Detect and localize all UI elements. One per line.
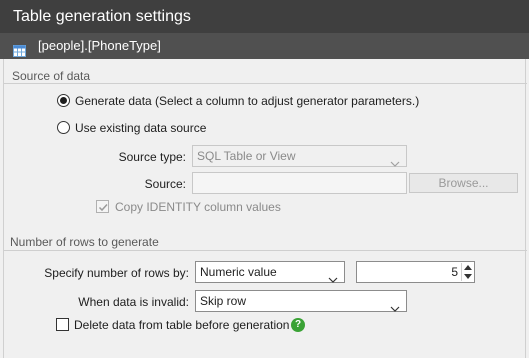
generate-data-label[interactable]: Generate data (Select a column to adjust… xyxy=(75,94,419,108)
chevron-down-icon xyxy=(328,269,338,289)
source-input[interactable] xyxy=(192,172,407,194)
use-existing-source-radio[interactable] xyxy=(57,121,70,134)
generate-data-radio[interactable] xyxy=(57,94,70,107)
invalid-data-value: Skip row xyxy=(200,294,247,308)
table-header: [people].[PhoneType] xyxy=(0,33,529,59)
source-type-select[interactable]: SQL Table or View xyxy=(192,145,407,167)
invalid-data-label: When data is invalid: xyxy=(78,295,189,309)
radio-selected-dot xyxy=(60,97,67,104)
source-type-label: Source type: xyxy=(118,150,186,164)
delete-data-checkbox[interactable] xyxy=(56,318,69,331)
source-label: Source: xyxy=(144,177,186,191)
source-type-value: SQL Table or View xyxy=(197,149,296,163)
table-name: [people].[PhoneType] xyxy=(38,38,161,53)
section-title-source: Source of data xyxy=(12,69,91,83)
use-existing-source-label[interactable]: Use existing data source xyxy=(75,121,206,135)
row-count-value: 5 xyxy=(451,265,458,279)
copy-identity-label[interactable]: Copy IDENTITY column values xyxy=(115,200,281,214)
chevron-down-icon xyxy=(390,153,400,173)
delete-data-label[interactable]: Delete data from table before generation xyxy=(74,318,289,332)
specify-rows-label: Specify number of rows by: xyxy=(44,266,189,280)
window-title: Table generation settings xyxy=(0,0,529,33)
chevron-down-icon xyxy=(390,298,400,318)
settings-panel: Source of data Generate data (Select a c… xyxy=(3,59,527,358)
specify-rows-select[interactable]: Numeric value xyxy=(195,261,345,283)
specify-rows-value: Numeric value xyxy=(200,265,277,279)
stepper-arrows[interactable] xyxy=(461,263,473,281)
row-count-stepper[interactable]: 5 xyxy=(356,261,475,283)
invalid-data-select[interactable]: Skip row xyxy=(195,290,407,312)
copy-identity-checkbox[interactable] xyxy=(96,200,109,213)
browse-button[interactable]: Browse... xyxy=(409,173,518,193)
checkmark-icon xyxy=(98,203,108,212)
arrow-up-icon[interactable] xyxy=(464,265,472,270)
section-title-rows: Number of rows to generate xyxy=(10,235,159,249)
arrow-down-icon[interactable] xyxy=(464,274,472,279)
section-divider xyxy=(4,250,527,251)
section-divider xyxy=(4,83,527,84)
help-icon[interactable]: ? xyxy=(291,318,305,332)
